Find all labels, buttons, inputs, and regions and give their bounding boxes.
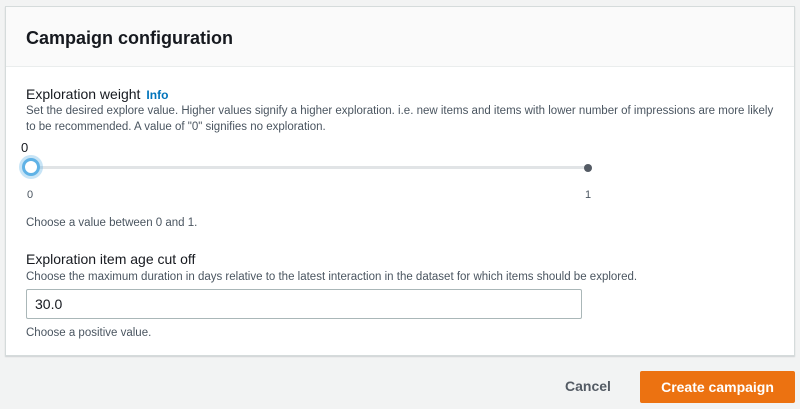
slider-max-dot-icon	[584, 164, 592, 172]
create-campaign-button[interactable]: Create campaign	[640, 371, 795, 403]
exploration-weight-label: Exploration weight Info	[26, 85, 168, 104]
panel-title: Campaign configuration	[26, 28, 233, 48]
exploration-weight-constraint: Choose a value between 0 and 1.	[26, 217, 198, 229]
form-footer: Cancel Create campaign	[0, 356, 800, 409]
exploration-weight-label-text: Exploration weight	[26, 86, 141, 102]
slider-min-label: 0	[27, 189, 34, 201]
campaign-configuration-panel: Campaign configuration Exploration weigh…	[5, 6, 795, 356]
exploration-weight-description: Set the desired explore value. Higher va…	[26, 105, 774, 133]
age-cutoff-label: Exploration item age cut off	[26, 251, 196, 267]
panel-header: Campaign configuration	[6, 7, 794, 67]
cancel-button[interactable]: Cancel	[551, 370, 625, 402]
exploration-weight-slider-track[interactable]	[31, 166, 589, 169]
age-cutoff-constraint: Choose a positive value.	[26, 327, 152, 339]
age-cutoff-description: Choose the maximum duration in days rela…	[26, 271, 638, 283]
slider-current-value: 0	[21, 140, 29, 155]
slider-thumb[interactable]	[22, 158, 40, 176]
age-cutoff-input[interactable]	[26, 289, 582, 319]
slider-max-label: 1	[585, 189, 592, 201]
exploration-weight-info-link[interactable]: Info	[146, 88, 168, 102]
